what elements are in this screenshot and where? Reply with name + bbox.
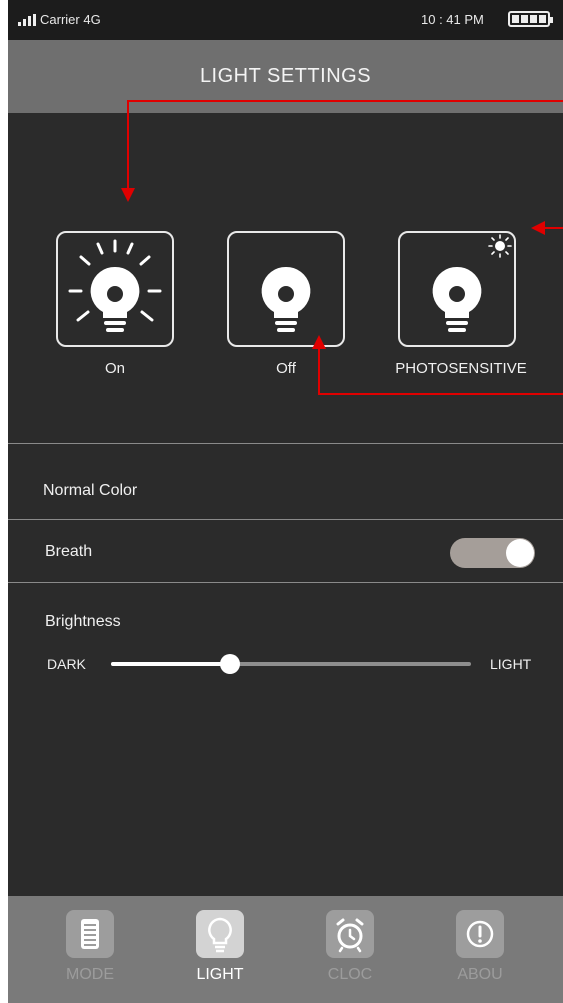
mode-icon	[66, 910, 114, 958]
tab-mode[interactable]: MODE	[35, 910, 145, 984]
divider	[8, 443, 563, 444]
breath-label: Breath	[45, 543, 93, 560]
alarm-clock-icon	[326, 910, 374, 958]
tab-bar: MODE LIGHT CLOC ABOU	[8, 896, 563, 1003]
mode-photosensitive-button[interactable]	[398, 231, 516, 347]
toggle-knob	[506, 539, 534, 567]
carrier-name: Carrier 4G	[40, 12, 101, 27]
battery-icon	[508, 11, 553, 27]
slider-thumb[interactable]	[219, 654, 240, 674]
annotation-arrows	[121, 100, 563, 395]
phone-screen: Carrier 4G 10 : 41 PM LIGHT SETTINGS On …	[8, 0, 563, 1003]
brightness-slider[interactable]	[111, 654, 471, 674]
mode-on-button[interactable]	[56, 231, 174, 347]
sun-icon	[488, 234, 512, 258]
tab-clock[interactable]: CLOC	[295, 910, 405, 984]
signal-icon	[18, 14, 36, 26]
divider	[8, 582, 563, 583]
bulb-photosensitive-icon	[432, 234, 512, 332]
mode-photosensitive-label: PHOTOSENSITIVE	[395, 360, 527, 377]
mode-off-button[interactable]	[227, 231, 345, 347]
tab-about[interactable]: ABOU	[425, 910, 535, 984]
page-title: LIGHT SETTINGS	[8, 40, 563, 113]
mode-off-label: Off	[276, 360, 296, 377]
slider-min-label: DARK	[47, 656, 86, 672]
brightness-label: Brightness	[45, 613, 121, 630]
tab-mode-label: MODE	[66, 966, 114, 983]
info-icon	[456, 910, 504, 958]
tab-light[interactable]: LIGHT	[165, 910, 275, 984]
status-bar: Carrier 4G 10 : 41 PM	[8, 0, 563, 40]
tab-light-label: LIGHT	[196, 966, 244, 983]
divider	[8, 519, 563, 520]
slider-fill	[111, 662, 230, 666]
status-time: 10 : 41 PM	[421, 12, 484, 27]
mode-on-label: On	[104, 360, 125, 377]
slider-max-label: LIGHT	[490, 656, 532, 672]
tab-about-label: ABOU	[457, 966, 503, 983]
bulb-off-icon	[261, 266, 311, 332]
breath-toggle[interactable]	[450, 538, 535, 568]
lightbulb-icon	[196, 910, 244, 958]
tab-clock-label: CLOC	[327, 966, 373, 983]
normal-color-row[interactable]: Normal Color	[43, 482, 137, 500]
bulb-on-icon	[68, 239, 162, 332]
